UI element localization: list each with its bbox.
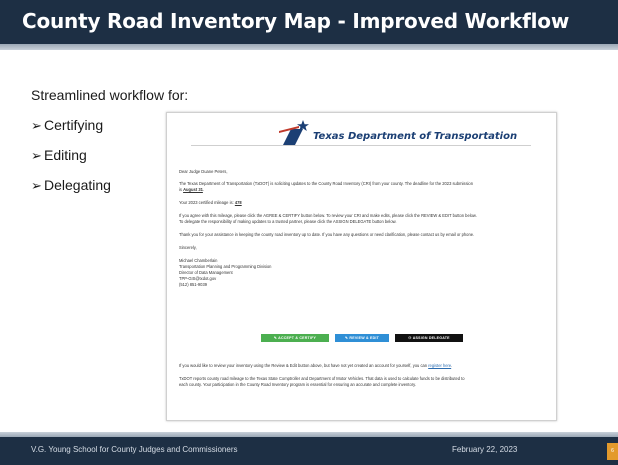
- review-edit-button[interactable]: ✎ REVIEW & EDIT: [335, 334, 389, 342]
- workflow-item-editing: ➢ Editing: [31, 145, 111, 175]
- assign-delegate-label: ASSIGN DELEGATE: [412, 336, 450, 340]
- title-divider: [0, 44, 618, 50]
- arrow-bullet-icon: ➢: [31, 118, 42, 133]
- deadline-date: August 31: [183, 187, 203, 192]
- email-register-line: If you would like to review your invento…: [179, 363, 452, 369]
- workflow-item-label: Editing: [44, 147, 87, 163]
- footer-date: February 22, 2023: [452, 445, 518, 454]
- mileage-label: Your 2023 certified mileage is:: [179, 200, 235, 205]
- workflow-list: ➢ Certifying ➢ Editing ➢ Delegating: [31, 115, 111, 205]
- intro-text: Streamlined workflow for:: [31, 87, 189, 103]
- txdot-logo: Texas Department of Transportation: [277, 119, 517, 147]
- email-report-line2: each county. Your participation in the C…: [179, 382, 416, 387]
- email-mileage-line: Your 2023 certified mileage is: 478: [179, 200, 242, 206]
- arrow-bullet-icon: ➢: [31, 148, 42, 163]
- email-header-divider: [191, 145, 531, 146]
- workflow-item-certifying: ➢ Certifying: [31, 115, 111, 145]
- accept-certify-button[interactable]: ✎ ACCEPT & CERTIFY: [261, 334, 329, 342]
- arrow-bullet-icon: ➢: [31, 178, 42, 193]
- footer-organization: V.G. Young School for County Judges and …: [31, 445, 238, 454]
- email-intro-line: The Texas Department of Transportation (…: [179, 181, 473, 186]
- txdot-logo-text: Texas Department of Transportation: [313, 131, 518, 142]
- slide-title-bar: County Road Inventory Map - Improved Wor…: [0, 0, 618, 44]
- assign-delegate-button[interactable]: ⚇ ASSIGN DELEGATE: [395, 334, 463, 342]
- signature-phone: (512) 851-9039: [179, 282, 207, 287]
- slide-footer: V.G. Young School for County Judges and …: [0, 437, 618, 465]
- accept-certify-label: ACCEPT & CERTIFY: [278, 336, 317, 340]
- slide-title: County Road Inventory Map - Improved Wor…: [22, 9, 570, 33]
- email-closing: Sincerely,: [179, 245, 197, 250]
- email-thanks: Thank you for your assistance in keeping…: [179, 232, 475, 237]
- register-suffix: .: [451, 363, 453, 368]
- slide-number: 6: [607, 443, 618, 460]
- email-screenshot: Texas Department of Transportation Dear …: [166, 112, 557, 421]
- deadline-suffix: .: [202, 187, 205, 192]
- workflow-item-delegating: ➢ Delegating: [31, 175, 111, 205]
- txdot-star-icon: [279, 120, 309, 145]
- workflow-item-label: Certifying: [44, 117, 104, 133]
- email-deadline-line: is August 31.: [179, 187, 204, 193]
- email-instructions-line2: To delegate the responsibility of making…: [179, 219, 397, 224]
- register-link[interactable]: register here: [428, 363, 451, 368]
- mileage-value: 478: [234, 200, 242, 205]
- review-edit-label: REVIEW & EDIT: [349, 336, 379, 340]
- register-text: If you would like to review your invento…: [179, 363, 429, 368]
- workflow-item-label: Delegating: [44, 177, 111, 193]
- email-greeting: Dear Judge Duane Peters,: [179, 169, 228, 174]
